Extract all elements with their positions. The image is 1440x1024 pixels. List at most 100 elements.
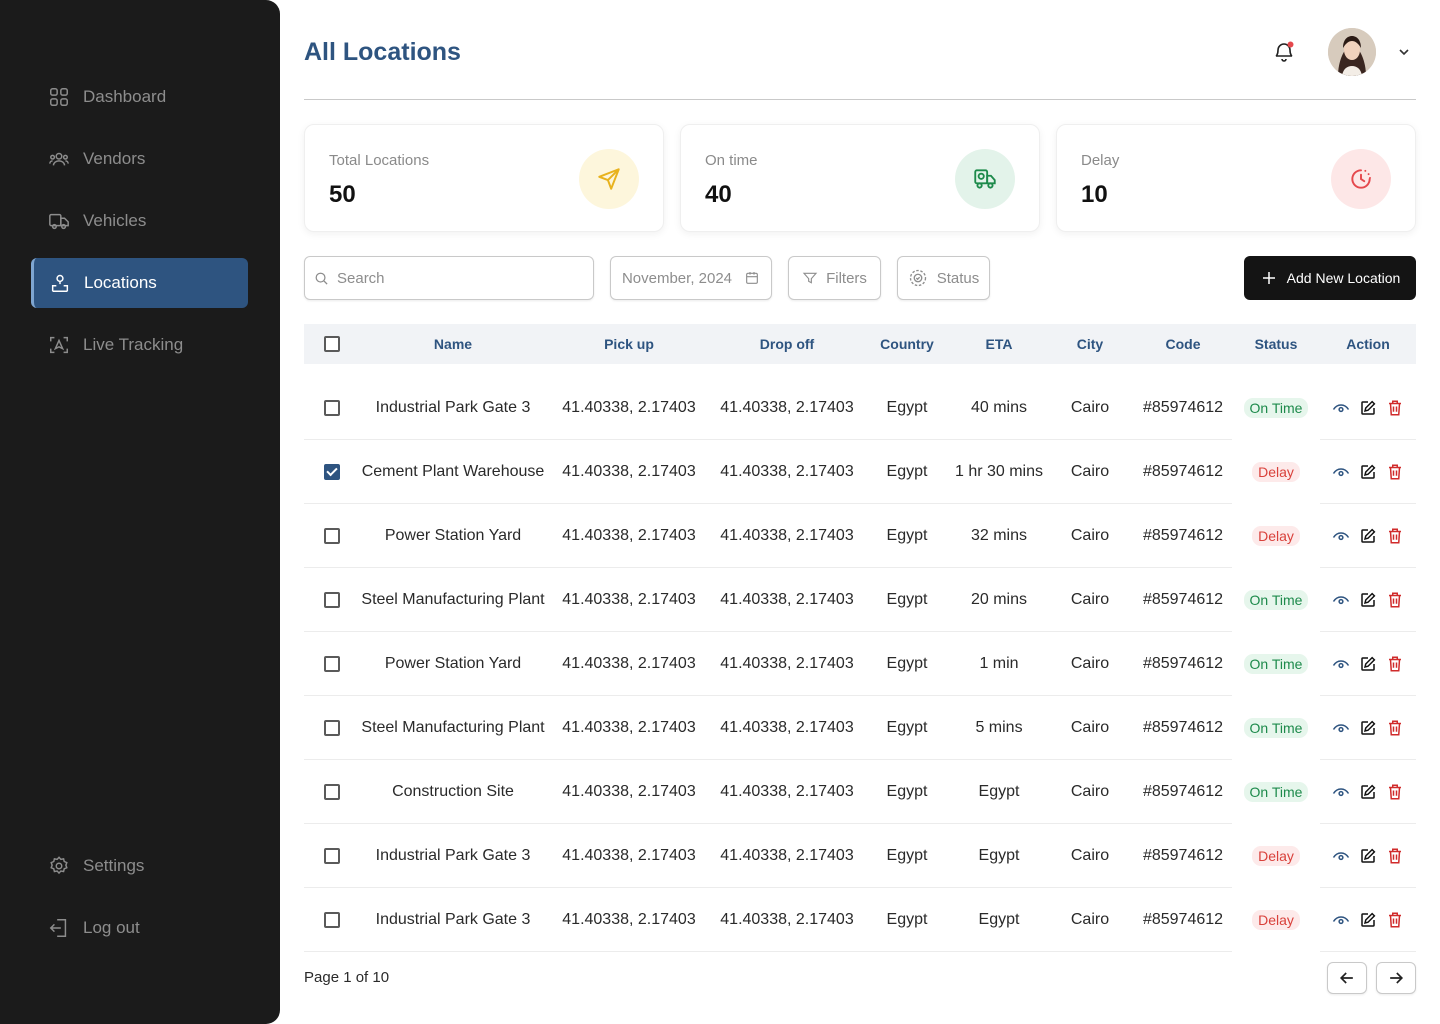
tracking-icon <box>50 336 68 354</box>
eye-icon[interactable] <box>1332 719 1350 737</box>
table-row[interactable]: Industrial Park Gate 3 41.40338, 2.17403 4… <box>304 376 1416 440</box>
table-row[interactable]: Power Station Yard 41.40338, 2.17403 41.40… <box>304 504 1416 568</box>
sidebar-item-dashboard[interactable]: Dashboard <box>31 72 248 122</box>
cell-dropoff: 41.40338, 2.17403 <box>720 655 854 672</box>
eye-icon[interactable] <box>1332 463 1350 481</box>
edit-icon[interactable] <box>1359 655 1377 673</box>
trash-icon[interactable] <box>1386 719 1404 737</box>
search-box[interactable] <box>304 256 594 300</box>
search-input[interactable] <box>337 269 577 287</box>
trash-icon[interactable] <box>1386 783 1404 801</box>
table-row[interactable]: Industrial Park Gate 3 41.40338, 2.17403 4… <box>304 888 1416 952</box>
profile-menu-toggle[interactable] <box>1396 44 1412 60</box>
table-row[interactable]: Steel Manufacturing Plant 41.40338, 2.174… <box>304 568 1416 632</box>
row-checkbox[interactable] <box>324 848 340 864</box>
eye-icon[interactable] <box>1332 655 1350 673</box>
cell-country: Egypt <box>886 655 928 672</box>
trash-icon[interactable] <box>1386 847 1404 865</box>
cell-dropoff: 41.40338, 2.17403 <box>720 591 854 608</box>
sidebar-item-label: Vehicles <box>83 211 147 230</box>
page-title: All Locations <box>304 38 461 66</box>
sidebar-item-live-tracking[interactable]: Live Tracking <box>31 320 248 370</box>
filters-button[interactable]: Filters <box>788 256 881 300</box>
column-header-dropoff[interactable]: Drop off <box>712 324 862 364</box>
row-checkbox-cell <box>324 760 340 824</box>
notification-button[interactable] <box>1272 40 1296 64</box>
next-page-button[interactable] <box>1376 962 1416 994</box>
trash-icon[interactable] <box>1386 399 1404 417</box>
column-header-status[interactable]: Status <box>1236 324 1316 364</box>
eye-icon[interactable] <box>1332 527 1350 545</box>
sidebar-item-vendors[interactable]: Vendors <box>31 134 248 184</box>
status-icon <box>909 269 926 287</box>
table-row[interactable]: Power Station Yard 41.40338, 2.17403 41.40… <box>304 632 1416 696</box>
column-header-country[interactable]: Country <box>867 324 947 364</box>
status-badge: Delay <box>1252 910 1300 930</box>
cell-country: Egypt <box>886 527 928 544</box>
column-header-code[interactable]: Code <box>1133 324 1233 364</box>
trash-icon[interactable] <box>1386 911 1404 929</box>
status-badge: On Time <box>1243 718 1309 738</box>
cell-city: Cairo <box>1070 911 1110 928</box>
trash-icon[interactable] <box>1386 591 1404 609</box>
cell-name: Construction Site <box>392 783 514 800</box>
row-checkbox[interactable] <box>324 528 340 544</box>
edit-icon[interactable] <box>1359 527 1377 545</box>
stat-card-total-locations: Total Locations 50 <box>304 124 664 232</box>
cell-eta: 1 hr 30 mins <box>954 463 1044 480</box>
cell-code: #85974612 <box>1142 783 1224 800</box>
cell-pickup: 41.40338, 2.17403 <box>562 527 696 544</box>
previous-page-button[interactable] <box>1327 962 1367 994</box>
trash-icon[interactable] <box>1386 463 1404 481</box>
edit-icon[interactable] <box>1359 719 1377 737</box>
column-header-city[interactable]: City <box>1055 324 1125 364</box>
stat-card-on-time: On time 40 <box>680 124 1040 232</box>
cell-pickup: 41.40338, 2.17403 <box>562 591 696 608</box>
trash-icon[interactable] <box>1386 655 1404 673</box>
status-badge: Delay <box>1252 526 1300 546</box>
cell-status: On Time <box>1236 696 1316 760</box>
trash-icon[interactable] <box>1386 527 1404 545</box>
row-checkbox[interactable] <box>324 464 340 480</box>
table-row[interactable]: Industrial Park Gate 3 41.40338, 2.17403 4… <box>304 824 1416 888</box>
column-header-name[interactable]: Name <box>358 324 548 364</box>
edit-icon[interactable] <box>1359 591 1377 609</box>
table-header: Name Pick up Drop off Country ETA City C… <box>304 324 1416 364</box>
row-checkbox[interactable] <box>324 720 340 736</box>
select-all-checkbox[interactable] <box>324 336 340 352</box>
add-new-location-button[interactable]: Add New Location <box>1244 256 1416 300</box>
table-row[interactable]: Construction Site 41.40338, 2.17403 41.403… <box>304 760 1416 824</box>
sidebar-item-label: Log out <box>83 918 140 937</box>
sidebar-item-settings[interactable]: Settings <box>31 841 248 891</box>
sidebar-item-locations[interactable]: Locations <box>31 258 248 308</box>
edit-icon[interactable] <box>1359 783 1377 801</box>
row-checkbox-cell <box>324 440 340 504</box>
column-header-eta[interactable]: ETA <box>949 324 1049 364</box>
row-checkbox[interactable] <box>324 592 340 608</box>
edit-icon[interactable] <box>1359 463 1377 481</box>
table-row[interactable]: Cement Plant Warehouse 41.40338, 2.17403 4… <box>304 440 1416 504</box>
edit-icon[interactable] <box>1359 847 1377 865</box>
eye-icon[interactable] <box>1332 783 1350 801</box>
edit-icon[interactable] <box>1359 911 1377 929</box>
eye-icon[interactable] <box>1332 399 1350 417</box>
sidebar-item-vehicles[interactable]: Vehicles <box>31 196 248 246</box>
row-checkbox[interactable] <box>324 400 340 416</box>
row-checkbox-cell <box>324 568 340 632</box>
checkbox[interactable] <box>324 336 340 352</box>
eye-icon[interactable] <box>1332 847 1350 865</box>
eye-icon[interactable] <box>1332 911 1350 929</box>
sidebar-item-logout[interactable]: Log out <box>31 903 248 953</box>
row-checkbox[interactable] <box>324 656 340 672</box>
status-button[interactable]: Status <box>897 256 990 300</box>
edit-icon[interactable] <box>1359 399 1377 417</box>
avatar[interactable] <box>1328 28 1376 76</box>
date-picker-button[interactable]: November, 2024 <box>610 256 772 300</box>
stat-label: Total Locations <box>329 152 430 169</box>
column-header-pickup[interactable]: Pick up <box>554 324 704 364</box>
row-checkbox[interactable] <box>324 912 340 928</box>
row-checkbox[interactable] <box>324 784 340 800</box>
stat-icon-wrap <box>579 149 639 209</box>
table-row[interactable]: Steel Manufacturing Plant 41.40338, 2.174… <box>304 696 1416 760</box>
eye-icon[interactable] <box>1332 591 1350 609</box>
